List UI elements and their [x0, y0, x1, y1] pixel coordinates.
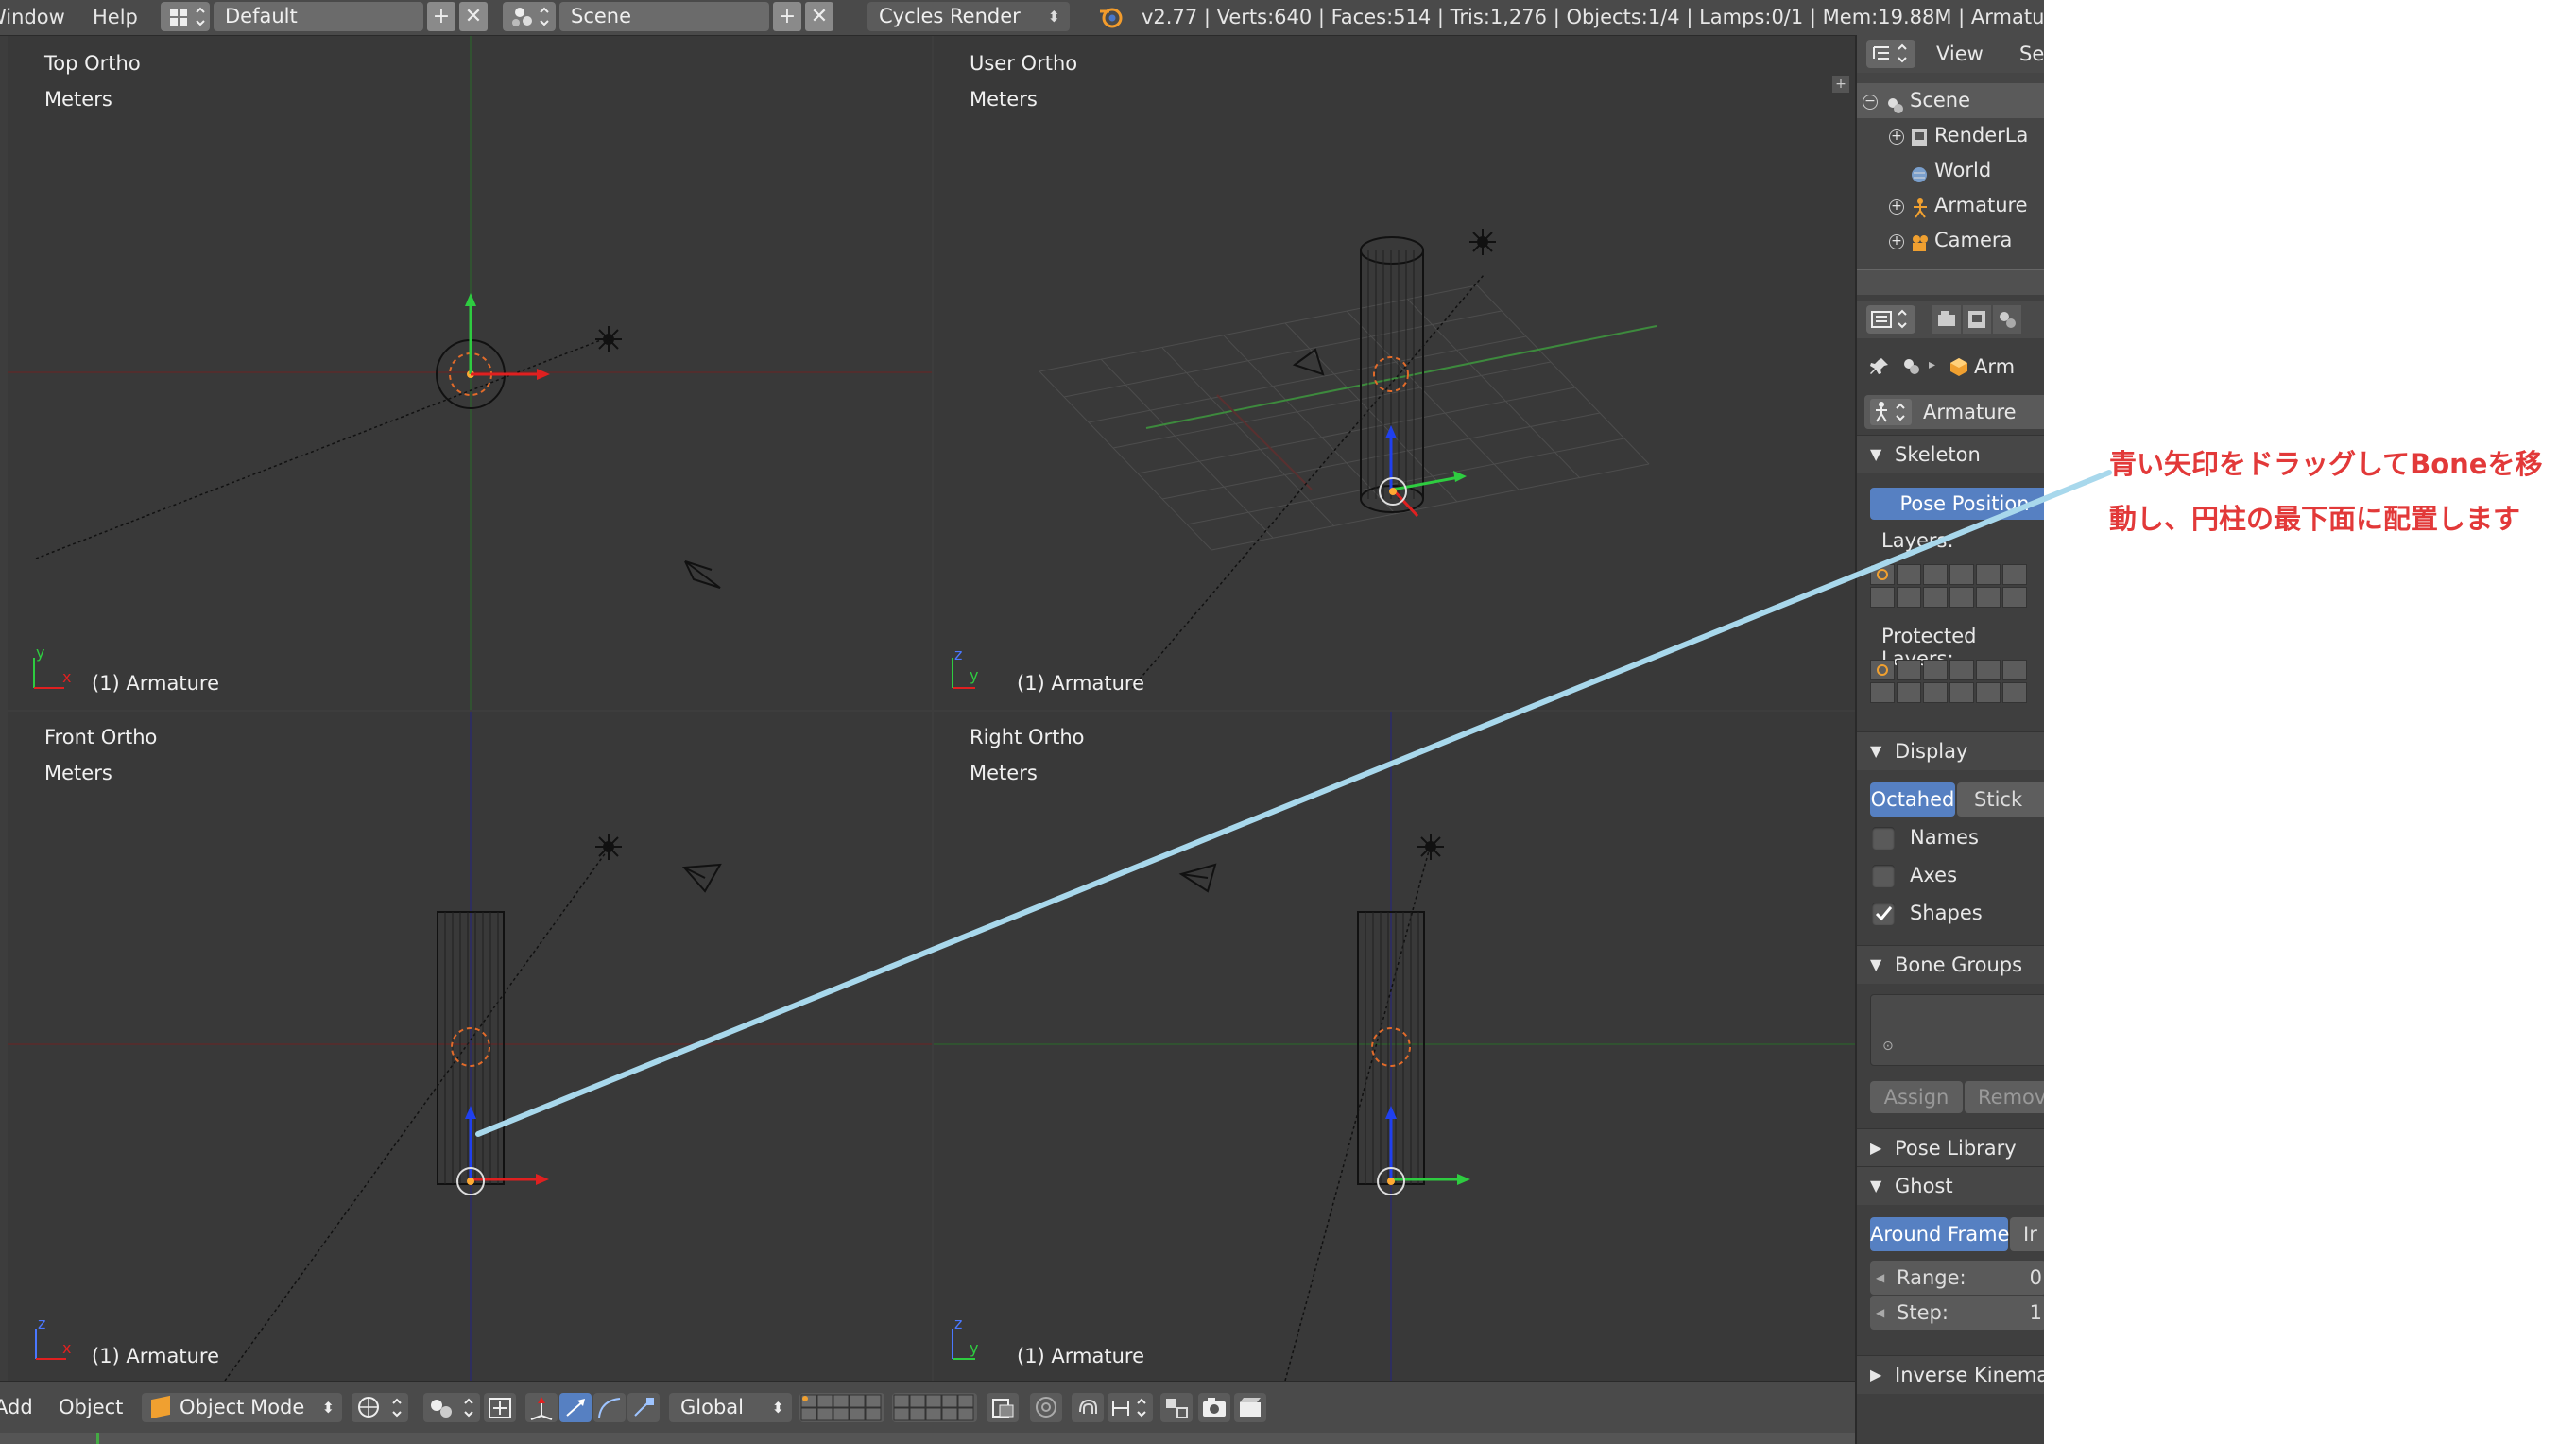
callout-line [475, 470, 2112, 1137]
annotation-line-1: 青い矢印をドラッグしてBoneを移 [2109, 448, 2543, 480]
annotation-line-2: 動し、円柱の最下面に配置します [2109, 503, 2521, 535]
